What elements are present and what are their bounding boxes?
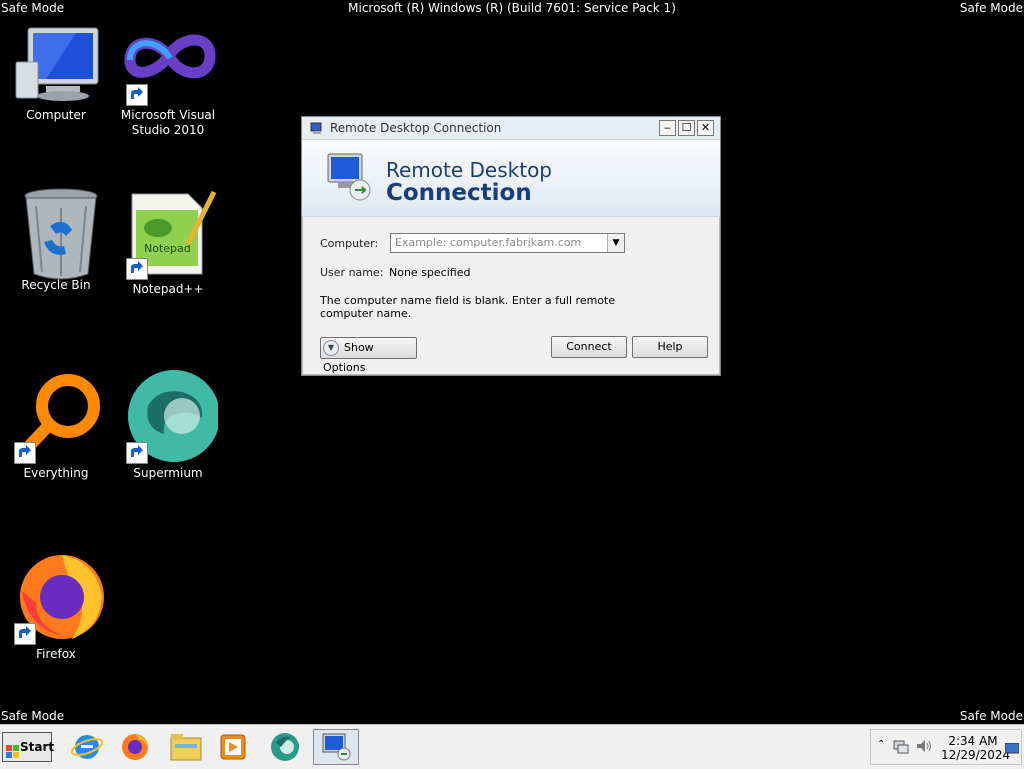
volume-icon[interactable]	[915, 738, 933, 758]
chevron-down-icon: ▼	[323, 340, 339, 356]
computer-icon	[6, 22, 106, 106]
shortcut-arrow-icon	[14, 623, 36, 645]
file-explorer-icon[interactable]	[166, 729, 206, 765]
taskbar: Start ⌃ 2:34 AM 12/29/2024	[0, 724, 1024, 769]
username-label: User name:	[320, 266, 384, 279]
supermium-taskbar-icon[interactable]	[265, 729, 305, 765]
windows-build-title: Microsoft (R) Windows (R) (Build 7601: S…	[348, 1, 676, 15]
safe-mode-label-bottom-left: Safe Mode	[1, 709, 65, 723]
desktop-icon-everything[interactable]: Everything	[1, 370, 111, 481]
desktop-icon-supermium[interactable]: Supermium	[113, 370, 223, 481]
desktop-icon-label: Everything	[23, 466, 89, 480]
shortcut-arrow-icon	[126, 84, 148, 106]
firefox-icon	[6, 551, 106, 645]
desktop-icon-notepad-plus-plus[interactable]: Notepad Notepad++	[113, 186, 223, 297]
validation-message: The computer name field is blank. Enter …	[320, 294, 616, 320]
windows-flag-icon	[6, 741, 20, 769]
show-desktop-button[interactable]	[1004, 740, 1020, 759]
computer-label: Computer:	[320, 237, 379, 250]
shortcut-arrow-icon	[126, 258, 148, 280]
desktop-icon-label: Firefox	[36, 647, 76, 661]
maximize-button[interactable]: ☐	[678, 120, 695, 136]
desktop-icon-label: Computer	[26, 108, 86, 122]
visual-studio-icon	[118, 22, 218, 106]
notepad-plus-plus-icon: Notepad	[118, 186, 218, 280]
shortcut-arrow-icon	[14, 442, 36, 464]
firefox-taskbar-icon[interactable]	[115, 729, 155, 765]
svg-text:Notepad: Notepad	[144, 242, 191, 255]
network-icon[interactable]	[893, 738, 909, 758]
remote-desktop-small-icon	[310, 121, 324, 135]
dialog-titlebar[interactable]: Remote Desktop Connection ‒ ☐ ✕	[302, 117, 720, 140]
show-hidden-icons-chevron-icon[interactable]: ⌃	[877, 739, 885, 750]
close-button[interactable]: ✕	[697, 120, 714, 136]
banner-title-line2: Connection	[386, 180, 532, 206]
safe-mode-label-top-right: Safe Mode	[959, 1, 1023, 15]
help-button[interactable]: Help	[632, 336, 708, 358]
start-label: Start	[20, 740, 55, 754]
show-options-button[interactable]: ▼ Show Options	[320, 337, 417, 374]
dialog-title: Remote Desktop Connection	[330, 121, 502, 135]
clock-date: 12/29/2024	[941, 748, 1011, 762]
username-value: None specified	[389, 266, 471, 279]
internet-explorer-icon[interactable]	[67, 729, 107, 765]
media-player-icon[interactable]	[213, 729, 253, 765]
dialog-banner: Remote Desktop Connection	[302, 140, 720, 217]
remote-desktop-icon	[324, 152, 374, 206]
dropdown-arrow-icon[interactable]: ▼	[607, 234, 624, 252]
taskbar-clock[interactable]: 2:34 AM 12/29/2024	[941, 734, 1011, 762]
system-tray: ⌃ 2:34 AM 12/29/2024	[870, 729, 1022, 765]
computer-input[interactable]: Example: computer.fabrikam.com ▼	[390, 233, 625, 253]
remote-desktop-dialog: Remote Desktop Connection ‒ ☐ ✕ Remote D…	[301, 116, 721, 376]
desktop-icon-firefox[interactable]: Firefox	[1, 551, 111, 662]
safe-mode-label-bottom-right: Safe Mode	[959, 709, 1023, 723]
shortcut-arrow-icon	[126, 442, 148, 464]
remote-desktop-taskbar-icon[interactable]	[313, 729, 359, 765]
start-button[interactable]: Start	[2, 732, 55, 762]
clock-time: 2:34 AM	[948, 734, 998, 748]
desktop-icon-computer[interactable]: Computer	[1, 22, 111, 123]
supermium-icon	[118, 370, 220, 464]
minimize-button[interactable]: ‒	[659, 120, 676, 136]
desktop-icon-visual-studio[interactable]: Microsoft Visual Studio 2010	[113, 22, 223, 138]
everything-search-icon	[6, 370, 106, 464]
desktop-icon-label: Microsoft Visual Studio 2010	[120, 108, 216, 137]
connect-button[interactable]: Connect	[551, 336, 627, 358]
recycle-bin-icon	[6, 186, 106, 280]
computer-input-placeholder: Example: computer.fabrikam.com	[395, 236, 582, 249]
desktop-icon-label: Notepad++	[132, 282, 204, 296]
desktop-icon-label: Supermium	[133, 466, 203, 480]
banner-title-line1: Remote Desktop	[386, 158, 553, 182]
desktop-icon-recycle-bin[interactable]: Recycle Bin	[1, 186, 111, 293]
